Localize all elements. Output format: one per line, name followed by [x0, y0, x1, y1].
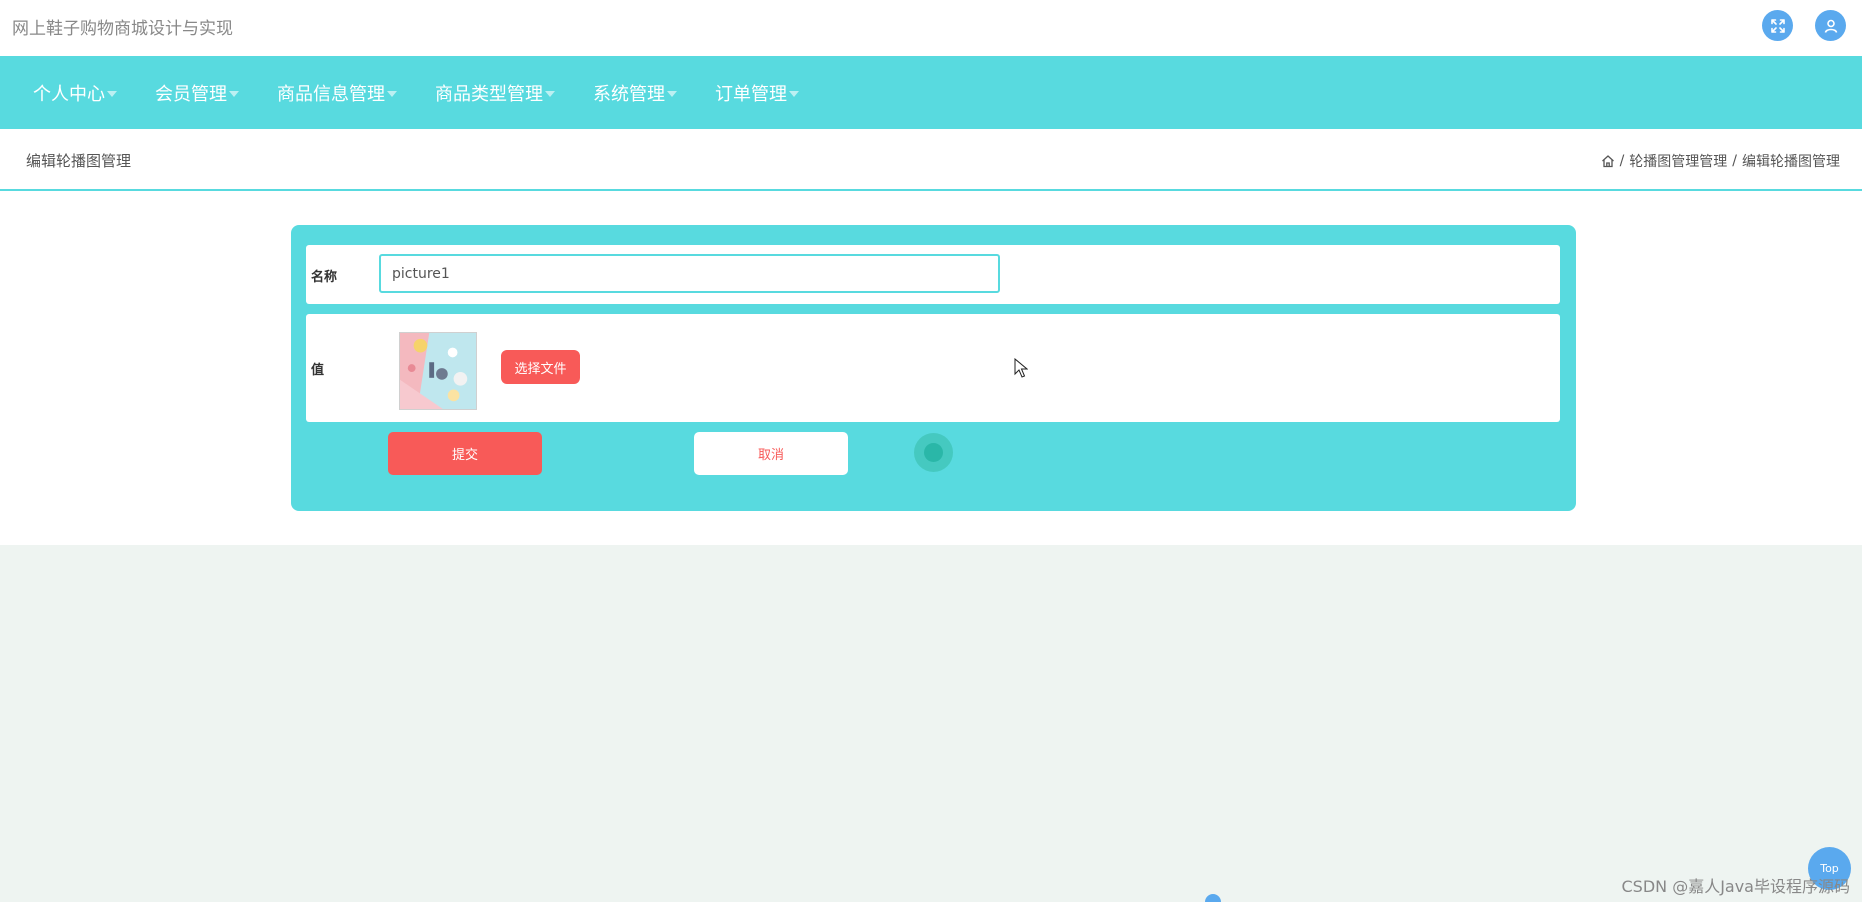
watermark: CSDN @嘉人Java毕设程序源码: [1621, 877, 1850, 896]
home-icon[interactable]: [1601, 154, 1615, 168]
breadcrumb-separator: /: [1732, 153, 1737, 169]
form-row-name: 名称: [306, 245, 1560, 304]
nav-label: 会员管理: [155, 83, 227, 105]
fullscreen-icon[interactable]: [1762, 10, 1793, 41]
page-header: 编辑轮播图管理 / 轮播图管理管理 / 编辑轮播图管理: [0, 129, 1862, 191]
breadcrumb-item-carousel-management[interactable]: 轮播图管理管理: [1629, 151, 1727, 171]
nav-label: 系统管理: [593, 83, 665, 105]
nav-item-product-info-management[interactable]: 商品信息管理: [258, 56, 416, 129]
nav-label: 个人中心: [33, 83, 105, 105]
nav-item-system-management[interactable]: 系统管理: [574, 56, 696, 129]
form-row-value: 值 选择文件: [306, 314, 1560, 422]
breadcrumb-item-edit-carousel: 编辑轮播图管理: [1742, 154, 1840, 170]
click-indicator: [914, 433, 953, 472]
site-title: 网上鞋子购物商城设计与实现: [12, 19, 233, 39]
name-input[interactable]: [379, 254, 1000, 293]
click-indicator-dot: [924, 443, 943, 462]
caret-down-icon: [387, 90, 397, 97]
nav-item-member-management[interactable]: 会员管理: [136, 56, 258, 129]
nav-label: 商品类型管理: [435, 83, 543, 105]
floating-dot: [1205, 894, 1221, 902]
breadcrumb: / 轮播图管理管理 / 编辑轮播图管理: [1601, 151, 1840, 171]
image-preview: [399, 332, 477, 410]
user-icon[interactable]: [1815, 10, 1846, 41]
value-label: 值: [311, 363, 325, 378]
nav-label: 订单管理: [715, 83, 787, 105]
choose-file-button[interactable]: 选择文件: [501, 350, 580, 384]
nav-label: 商品信息管理: [277, 83, 385, 105]
page-title: 编辑轮播图管理: [26, 152, 132, 170]
breadcrumb-separator: /: [1619, 153, 1625, 169]
nav-item-order-management[interactable]: 订单管理: [696, 56, 818, 129]
caret-down-icon: [667, 90, 677, 97]
caret-down-icon: [107, 90, 117, 97]
caret-down-icon: [545, 90, 555, 97]
name-label: 名称: [311, 270, 338, 285]
caret-down-icon: [229, 90, 239, 97]
nav-item-personal-center[interactable]: 个人中心: [14, 56, 136, 129]
caret-down-icon: [789, 90, 799, 97]
edit-form: 名称 值 选择文件 提交 取消: [291, 225, 1576, 511]
mouse-cursor-icon: [1014, 358, 1028, 378]
main-nav: 个人中心 会员管理 商品信息管理 商品类型管理 系统管理 订单管理: [0, 56, 1862, 129]
submit-button[interactable]: 提交: [388, 432, 542, 475]
top-header: 网上鞋子购物商城设计与实现: [0, 0, 1862, 56]
nav-item-product-type-management[interactable]: 商品类型管理: [416, 56, 574, 129]
cancel-button[interactable]: 取消: [694, 432, 848, 475]
